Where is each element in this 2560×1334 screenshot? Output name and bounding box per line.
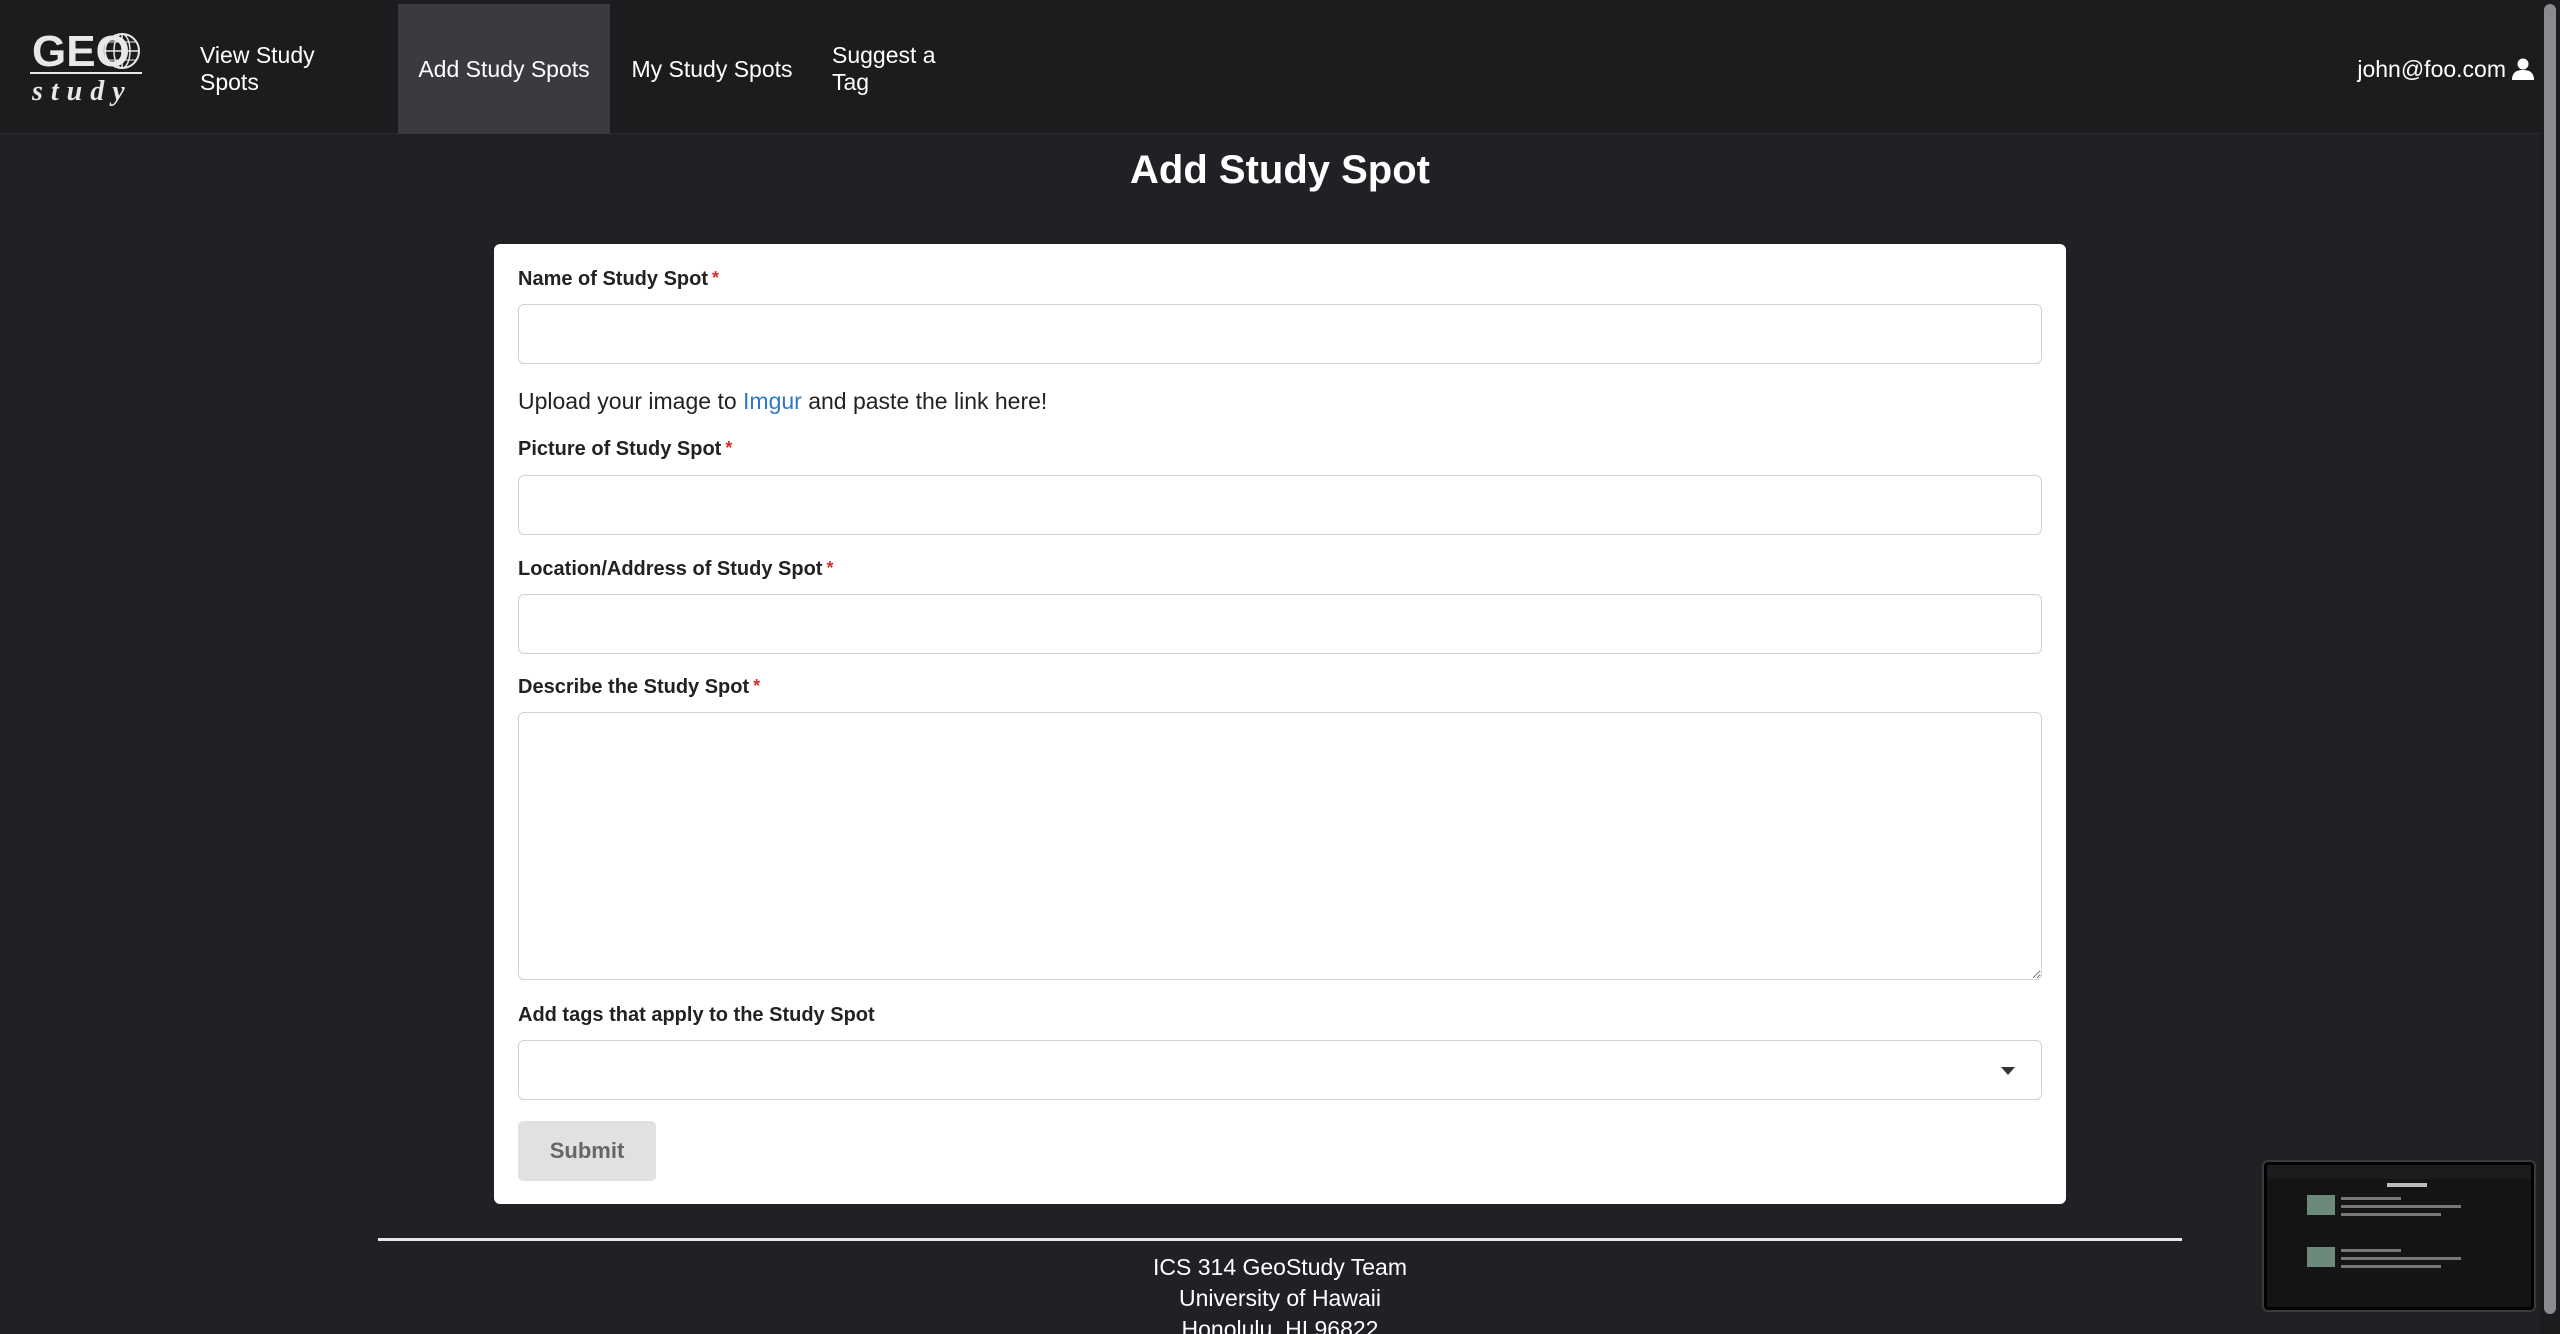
nav-suggest-a-tag[interactable]: Suggest a Tag	[832, 4, 976, 134]
preview-row	[2307, 1247, 2477, 1287]
user-email: john@foo.com	[2357, 55, 2506, 82]
user-icon	[2512, 58, 2534, 80]
nav-view-study-spots[interactable]: View Study Spots	[200, 4, 376, 134]
nav-view-study-spots-label: View Study Spots	[200, 42, 315, 95]
logo-study-text: study	[31, 76, 133, 107]
imgur-link[interactable]: Imgur	[743, 388, 802, 414]
nav-add-study-spots-label: Add Study Spots	[418, 55, 590, 82]
preview-line	[2341, 1205, 2461, 1208]
preview-line	[2341, 1265, 2441, 1268]
add-study-spot-form: Name of Study Spot * Upload your image to…	[494, 244, 2066, 1204]
tags-select[interactable]	[518, 1040, 2042, 1100]
tags-label-text: Add tags that apply to the Study Spot	[518, 1004, 875, 1026]
imgur-helper-text: Upload your image to Imgur and paste the…	[518, 388, 1047, 415]
geostudy-logo[interactable]: GEO study	[26, 26, 146, 110]
preview-line	[2341, 1197, 2401, 1200]
page-scrollbar[interactable]	[2540, 0, 2560, 1334]
preview-line	[2341, 1213, 2441, 1216]
footer-divider	[378, 1238, 2182, 1241]
nav-add-study-spots[interactable]: Add Study Spots	[398, 4, 610, 134]
picture-label-text: Picture of Study Spot	[518, 438, 722, 460]
page-title: Add Study Spot	[1130, 148, 1430, 192]
dropdown-caret-icon	[2001, 1067, 2015, 1075]
footer-line-address: Honolulu, HI 96822	[1181, 1316, 1379, 1334]
preview-image	[2307, 1195, 2335, 1215]
nav-my-study-spots-label: My Study Spots	[631, 55, 793, 82]
footer-line-team: ICS 314 GeoStudy Team	[1153, 1254, 1407, 1280]
tags-label: Add tags that apply to the Study Spot	[518, 1004, 875, 1027]
location-label: Location/Address of Study Spot *	[518, 558, 833, 581]
nav-suggest-a-tag-label: Suggest a Tag	[832, 42, 936, 95]
preview-navbar	[2267, 1165, 2531, 1179]
scrollbar-thumb[interactable]	[2544, 4, 2556, 1314]
preview-line	[2341, 1249, 2401, 1252]
preview-row	[2307, 1195, 2477, 1235]
required-marker: *	[725, 438, 733, 458]
nav-my-study-spots[interactable]: My Study Spots	[630, 4, 794, 134]
description-label: Describe the Study Spot *	[518, 676, 760, 699]
submit-button[interactable]: Submit	[518, 1121, 656, 1181]
name-label: Name of Study Spot *	[518, 268, 719, 291]
preview-image	[2307, 1247, 2335, 1267]
name-label-text: Name of Study Spot	[518, 268, 709, 290]
preview-title	[2387, 1183, 2427, 1187]
window-preview-thumbnail[interactable]	[2264, 1162, 2534, 1310]
globe-icon	[104, 33, 140, 69]
helper-suffix: and paste the link here!	[801, 388, 1048, 414]
preview-line	[2341, 1257, 2461, 1260]
navbar: GEO study View Study Spots Add Study Spo…	[0, 0, 2560, 134]
picture-label: Picture of Study Spot *	[518, 438, 732, 461]
required-marker: *	[712, 268, 720, 288]
name-input[interactable]	[518, 304, 2042, 364]
description-textarea[interactable]	[518, 712, 2042, 980]
required-marker: *	[826, 558, 834, 578]
location-label-text: Location/Address of Study Spot	[518, 558, 823, 580]
user-menu[interactable]: john@foo.com	[2357, 4, 2534, 134]
footer-line-university: University of Hawaii	[1179, 1285, 1381, 1311]
footer: ICS 314 GeoStudy Team University of Hawa…	[0, 1252, 2560, 1334]
picture-input[interactable]	[518, 475, 2042, 535]
description-label-text: Describe the Study Spot	[518, 676, 750, 698]
required-marker: *	[753, 676, 761, 696]
helper-prefix: Upload your image to	[518, 388, 744, 414]
location-input[interactable]	[518, 594, 2042, 654]
